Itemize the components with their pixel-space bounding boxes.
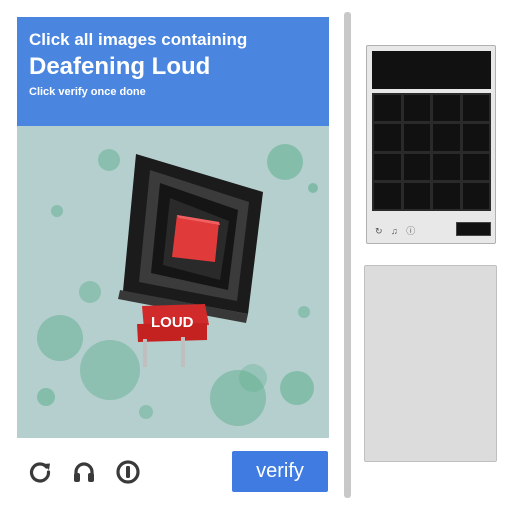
- thumbnail-tile[interactable]: [403, 95, 430, 122]
- thumbnail-tile[interactable]: [433, 153, 460, 180]
- headphones-icon[interactable]: [71, 459, 97, 485]
- thumbnail-header: [372, 51, 491, 89]
- target-label: Deafening Loud: [29, 53, 211, 80]
- thumbnail-tile[interactable]: [374, 153, 401, 180]
- captcha-header: Click all images containing Deafening Lo…: [17, 17, 329, 126]
- thumbnail-tile[interactable]: [462, 182, 489, 209]
- verify-button[interactable]: verify: [232, 451, 328, 492]
- thumbnail-tile[interactable]: [462, 153, 489, 180]
- info-icon[interactable]: [115, 459, 141, 485]
- captcha-image[interactable]: LOUD: [17, 126, 329, 438]
- instruction-text: Click verify once done: [29, 86, 146, 98]
- reload-icon[interactable]: [27, 459, 53, 485]
- thumbnail-tile[interactable]: [374, 182, 401, 209]
- prompt-text: Click all images containing: [29, 30, 248, 49]
- thumbnail-tile[interactable]: [403, 124, 430, 151]
- thumbnail-control-icons: ↻ ♫ ⓘ: [375, 226, 419, 236]
- blank-panel: [364, 265, 497, 462]
- thumbnail-tile[interactable]: [374, 95, 401, 122]
- thumbnail-tile[interactable]: [403, 182, 430, 209]
- thumbnail-tile[interactable]: [462, 124, 489, 151]
- thumbnail-tile[interactable]: [433, 124, 460, 151]
- thumbnail-verify-button[interactable]: [456, 222, 491, 236]
- sign-text: LOUD: [151, 314, 194, 331]
- panel-divider: [344, 12, 351, 498]
- thumbnail-tile[interactable]: [433, 95, 460, 122]
- thumbnail-tile[interactable]: [433, 182, 460, 209]
- thumbnail-tile[interactable]: [374, 124, 401, 151]
- speaker-illustration: LOUD: [17, 126, 329, 438]
- captcha-thumbnail: ↻ ♫ ⓘ: [366, 45, 496, 244]
- thumbnail-tile[interactable]: [462, 95, 489, 122]
- thumbnail-grid: [372, 93, 491, 211]
- thumbnail-tile[interactable]: [403, 153, 430, 180]
